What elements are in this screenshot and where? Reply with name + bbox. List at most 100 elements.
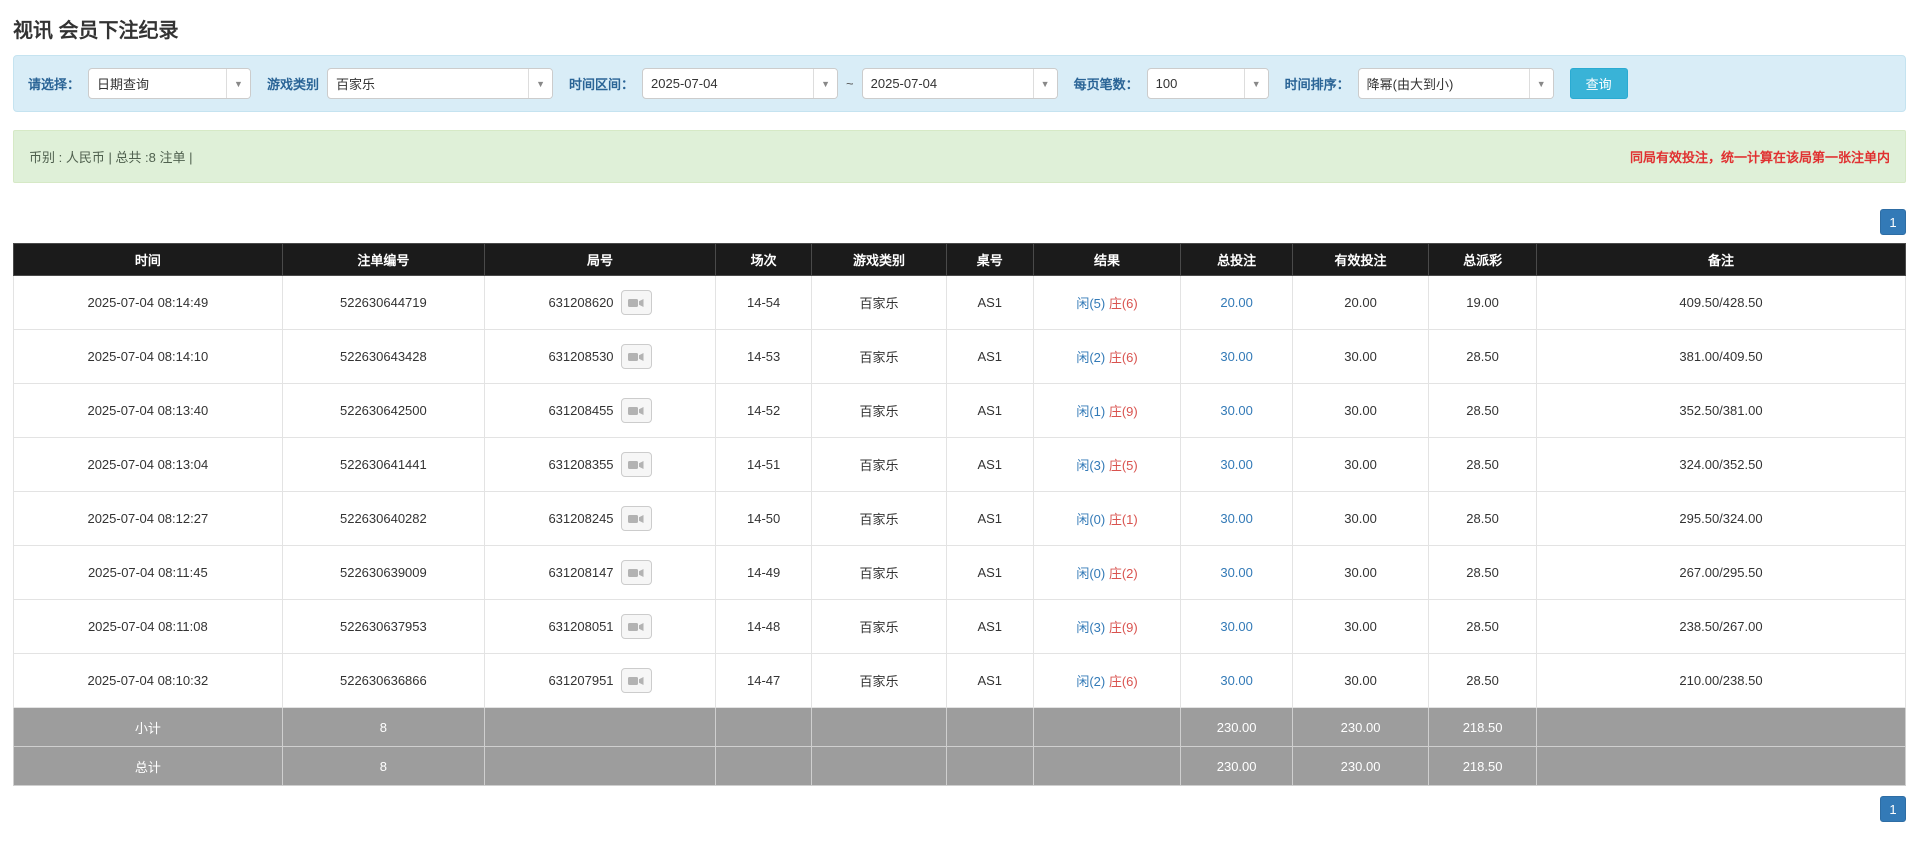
cell-table-no: AS1 bbox=[945, 545, 1034, 600]
cell-session: 14-52 bbox=[714, 383, 813, 438]
cell-session: 14-51 bbox=[714, 437, 813, 492]
date-to-value: 2025-07-04 bbox=[870, 76, 938, 91]
time-sort-select[interactable]: 降幂(由大到小) ▼ bbox=[1357, 68, 1554, 99]
col-header-round-id: 局号 bbox=[484, 243, 716, 276]
video-replay-button[interactable] bbox=[620, 344, 652, 369]
cell-total-bet: 30.00 bbox=[1180, 599, 1293, 654]
cell-valid-bet: 30.00 bbox=[1291, 437, 1430, 492]
cell-session: 14-50 bbox=[714, 491, 813, 546]
cell-table-no: AS1 bbox=[945, 599, 1034, 654]
round-id-text: 631208355 bbox=[548, 457, 614, 472]
chevron-down-icon[interactable]: ▼ bbox=[1528, 69, 1553, 98]
cell-table-no: AS1 bbox=[945, 653, 1034, 708]
footer-empty-cell bbox=[945, 746, 1034, 786]
footer-empty-cell bbox=[811, 707, 947, 747]
cell-round-id: 631208530 bbox=[484, 329, 716, 384]
game-type-select[interactable]: 百家乐 ▼ bbox=[327, 68, 554, 99]
cell-payout: 28.50 bbox=[1428, 437, 1537, 492]
cell-result: 闲(3) 庄(5) bbox=[1032, 437, 1182, 492]
query-type-select[interactable]: 日期查询 ▼ bbox=[88, 68, 252, 99]
cell-remark: 267.00/295.50 bbox=[1536, 545, 1906, 600]
subtotal-payout: 218.50 bbox=[1428, 707, 1537, 747]
cell-valid-bet: 30.00 bbox=[1291, 491, 1430, 546]
cell-payout: 28.50 bbox=[1428, 545, 1537, 600]
cell-time: 2025-07-04 08:14:10 bbox=[13, 329, 283, 384]
cell-time: 2025-07-04 08:11:45 bbox=[13, 545, 283, 600]
total-bet-link[interactable]: 30.00 bbox=[1220, 349, 1253, 364]
query-type-value: 日期查询 bbox=[97, 77, 150, 92]
result-banker: 庄(1) bbox=[1108, 512, 1138, 527]
pagination-top: 1 bbox=[13, 209, 1906, 235]
video-replay-button[interactable] bbox=[620, 290, 652, 315]
chevron-down-icon[interactable]: ▼ bbox=[528, 69, 553, 98]
video-camera-icon bbox=[628, 460, 644, 469]
page-button-1[interactable]: 1 bbox=[1880, 209, 1906, 235]
cell-game-type: 百家乐 bbox=[811, 437, 947, 492]
cell-result: 闲(1) 庄(9) bbox=[1032, 383, 1182, 438]
page-size-select[interactable]: 100 ▼ bbox=[1146, 68, 1269, 99]
table-row: 2025-07-04 08:10:32 522630636866 6312079… bbox=[13, 653, 1906, 708]
total-bet-link[interactable]: 30.00 bbox=[1220, 673, 1253, 688]
subtotal-count: 8 bbox=[281, 707, 486, 747]
cell-session: 14-47 bbox=[714, 653, 813, 708]
total-bet-link[interactable]: 30.00 bbox=[1220, 457, 1253, 472]
video-replay-button[interactable] bbox=[620, 560, 652, 585]
col-header-payout: 总派彩 bbox=[1428, 243, 1537, 276]
round-id-text: 631208147 bbox=[548, 565, 614, 580]
cell-session: 14-49 bbox=[714, 545, 813, 600]
page-size-value: 100 bbox=[1155, 76, 1178, 91]
video-camera-icon bbox=[628, 622, 644, 631]
cell-payout: 28.50 bbox=[1428, 599, 1537, 654]
search-button[interactable]: 查询 bbox=[1569, 68, 1628, 99]
chevron-down-icon[interactable]: ▼ bbox=[1243, 69, 1268, 98]
round-id-text: 631208455 bbox=[548, 403, 614, 418]
cell-total-bet: 30.00 bbox=[1180, 491, 1293, 546]
chevron-down-icon[interactable]: ▼ bbox=[813, 69, 838, 98]
result-banker: 庄(2) bbox=[1108, 566, 1138, 581]
total-bet-link[interactable]: 30.00 bbox=[1220, 403, 1253, 418]
summary-bar: 币别 : 人民币 | 总共 :8 注单 | 同局有效投注，统一计算在该局第一张注… bbox=[13, 130, 1906, 183]
footer-empty-cell bbox=[714, 707, 813, 747]
video-replay-button[interactable] bbox=[620, 668, 652, 693]
result-banker: 庄(6) bbox=[1108, 674, 1138, 689]
subtotal-label: 小计 bbox=[13, 707, 283, 747]
round-id-text: 631207951 bbox=[548, 673, 614, 688]
total-bet-link[interactable]: 30.00 bbox=[1220, 619, 1253, 634]
total-bet-link[interactable]: 20.00 bbox=[1220, 295, 1253, 310]
pagination-bottom: 1 bbox=[13, 796, 1906, 822]
footer-empty-cell bbox=[945, 707, 1034, 747]
video-replay-button[interactable] bbox=[620, 614, 652, 639]
cell-valid-bet: 30.00 bbox=[1291, 653, 1430, 708]
table-row: 2025-07-04 08:14:10 522630643428 6312085… bbox=[13, 329, 1906, 384]
cell-bet-id: 522630643428 bbox=[281, 329, 486, 384]
cell-remark: 381.00/409.50 bbox=[1536, 329, 1906, 384]
range-separator: ~ bbox=[846, 76, 854, 91]
result-player: 闲(0) bbox=[1076, 566, 1106, 581]
cell-remark: 210.00/238.50 bbox=[1536, 653, 1906, 708]
time-sort-value: 降幂(由大到小) bbox=[1366, 77, 1454, 92]
footer-empty-cell bbox=[811, 746, 947, 786]
game-type-label: 游戏类别 bbox=[267, 77, 320, 92]
subtotal-valid-bet: 230.00 bbox=[1291, 707, 1430, 747]
table-row: 2025-07-04 08:11:08 522630637953 6312080… bbox=[13, 599, 1906, 654]
date-from-select[interactable]: 2025-07-04 ▼ bbox=[642, 68, 839, 99]
footer-empty-cell bbox=[1536, 707, 1906, 747]
cell-total-bet: 30.00 bbox=[1180, 329, 1293, 384]
page-button-1[interactable]: 1 bbox=[1880, 796, 1906, 822]
video-camera-icon bbox=[628, 676, 644, 685]
chevron-down-icon[interactable]: ▼ bbox=[1032, 69, 1057, 98]
total-bet-link[interactable]: 30.00 bbox=[1220, 511, 1253, 526]
date-to-select[interactable]: 2025-07-04 ▼ bbox=[861, 68, 1058, 99]
video-replay-button[interactable] bbox=[620, 506, 652, 531]
cell-remark: 295.50/324.00 bbox=[1536, 491, 1906, 546]
footer-empty-cell bbox=[1032, 746, 1182, 786]
video-replay-button[interactable] bbox=[620, 398, 652, 423]
total-bet-link[interactable]: 30.00 bbox=[1220, 565, 1253, 580]
cell-bet-id: 522630639009 bbox=[281, 545, 486, 600]
video-replay-button[interactable] bbox=[620, 452, 652, 477]
footer-empty-cell bbox=[1032, 707, 1182, 747]
cell-table-no: AS1 bbox=[945, 437, 1034, 492]
chevron-down-icon[interactable]: ▼ bbox=[226, 69, 251, 98]
cell-valid-bet: 30.00 bbox=[1291, 545, 1430, 600]
cell-game-type: 百家乐 bbox=[811, 653, 947, 708]
